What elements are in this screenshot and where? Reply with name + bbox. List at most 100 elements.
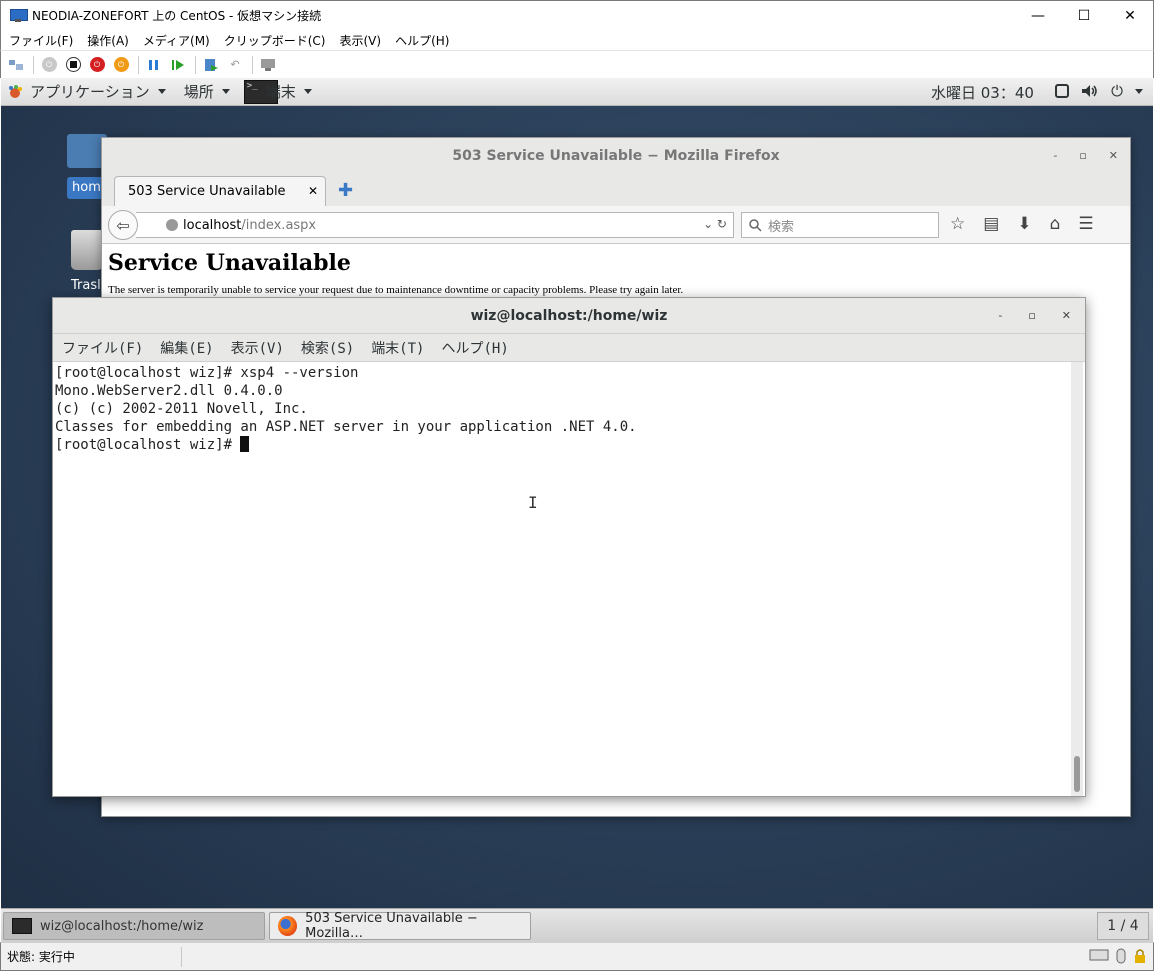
menu-search[interactable]: 検索(S) [301, 338, 354, 358]
caret-down-icon [303, 89, 312, 94]
host-toolbar: ⏻ ⏻ ⏻ ↶ [0, 50, 1154, 78]
mouse-icon [1116, 948, 1126, 964]
window-list-bar: wiz@localhost:/home/wiz 503 Service Unav… [1, 908, 1153, 942]
menu-terminal[interactable]: 端末(T) [371, 338, 424, 358]
url-path: /index.aspx [241, 217, 317, 233]
close-button[interactable]: ✕ [1109, 149, 1118, 162]
terminal-line: [root@localhost wiz]# xsp4 --version [55, 365, 359, 381]
maximize-button[interactable]: ▫ [1028, 309, 1035, 322]
gnome-top-bar: アプリケーション 場所 >_ 端末 水曜日 03：40 ⏻ [1, 78, 1153, 106]
terminal-scrollbar[interactable] [1071, 362, 1083, 796]
menu-file[interactable]: ファイル(F) [62, 338, 143, 358]
start-icon[interactable]: ⏻ [40, 56, 58, 74]
close-button[interactable]: ✕ [1062, 309, 1071, 322]
terminal-prompt-line[interactable]: [root@localhost wiz]# [55, 436, 1069, 454]
taskbar-item-firefox[interactable]: 503 Service Unavailable − Mozilla… [269, 911, 531, 941]
ctrl-alt-del-icon[interactable] [7, 56, 25, 74]
trash-icon[interactable] [71, 230, 103, 270]
menu-media[interactable]: メディア(M) [143, 32, 210, 49]
terminal-output[interactable]: [root@localhost wiz]# xsp4 --version Mon… [53, 362, 1071, 796]
tab-503[interactable]: 503 Service Unavailable ✕ [114, 176, 326, 206]
site-identity-icon[interactable] [166, 219, 178, 231]
shutdown-icon[interactable]: ⏻ [88, 56, 106, 74]
home-icon[interactable]: ⌂ [1050, 214, 1061, 234]
menu-file[interactable]: ファイル(F) [9, 32, 73, 49]
terminal-window-controls: - ▫ ✕ [998, 309, 1071, 322]
keyboard-icon [1089, 949, 1109, 961]
menu-view[interactable]: 表示(V) [231, 338, 284, 358]
bookmark-star-icon[interactable]: ☆ [950, 214, 965, 234]
scrollbar-thumb[interactable] [1074, 756, 1080, 792]
enhanced-session-icon[interactable] [259, 56, 277, 74]
status-icons [1089, 948, 1147, 964]
terminal-app-label: 端末 [265, 83, 296, 101]
host-window-title: NEODIA-ZONEFORT 上の CentOS - 仮想マシン接続 [32, 9, 322, 23]
terminal-prompt: [root@localhost wiz]# [55, 437, 241, 453]
terminal-icon [12, 918, 32, 934]
trash-label[interactable]: Trasl [71, 278, 101, 293]
host-status-bar: 状態: 実行中 [0, 942, 1154, 971]
taskbar-item-terminal[interactable]: wiz@localhost:/home/wiz [3, 912, 265, 940]
terminal-line: Mono.WebServer2.dll 0.4.0.0 [55, 383, 283, 399]
terminal-line: (c) (c) 2002-2011 Novell, Inc. [55, 401, 308, 417]
host-menubar: ファイル(F) 操作(A) メディア(M) クリップボード(C) 表示(V) ヘ… [0, 30, 1154, 50]
terminal-line: Classes for embedding an ASP.NET server … [55, 419, 637, 435]
taskbar-item-label: wiz@localhost:/home/wiz [40, 918, 204, 934]
workspace-indicator[interactable]: 1 / 4 [1097, 912, 1149, 940]
menu-help[interactable]: ヘルプ(H) [395, 32, 449, 49]
volume-icon [1082, 85, 1097, 97]
new-tab-icon[interactable]: ✚ [338, 180, 353, 201]
firefox-icon [278, 916, 298, 936]
maximize-button[interactable]: ▫ [1079, 149, 1086, 162]
toolbar-separator [138, 55, 139, 74]
menu-edit[interactable]: 編集(E) [160, 338, 213, 358]
minimize-button[interactable]: - [998, 309, 1002, 322]
applications-menu[interactable]: アプリケーション [7, 81, 166, 102]
menu-view[interactable]: 表示(V) [340, 32, 382, 49]
close-button[interactable]: ✕ [1107, 1, 1153, 31]
taskbar-item-label: 503 Service Unavailable − Mozilla… [305, 911, 478, 941]
terminal-titlebar[interactable]: wiz@localhost:/home/wiz - ▫ ✕ [53, 298, 1085, 334]
close-tab-icon[interactable]: ✕ [308, 184, 318, 198]
terminal-window: wiz@localhost:/home/wiz - ▫ ✕ ファイル(F) 編集… [52, 297, 1086, 797]
maximize-button[interactable]: ☐ [1061, 1, 1107, 31]
save-state-icon[interactable]: ⏻ [112, 56, 130, 74]
toolbar-buttons: ☆ ▤ ⬇ ⌂ ☰ [950, 214, 1094, 234]
tab-strip: 503 Service Unavailable ✕ ✚ [102, 174, 1130, 206]
navigation-toolbar: localhost/index.aspx ⌄ ↻ ⇦ 検索 ☆ ▤ ⬇ ⌂ ☰ [102, 206, 1130, 244]
places-menu[interactable]: 場所 [184, 81, 230, 102]
page-paragraph: The server is temporarily unable to serv… [108, 284, 684, 296]
resume-icon[interactable] [169, 56, 187, 74]
pause-icon[interactable] [145, 56, 163, 74]
url-bar[interactable]: localhost/index.aspx ⌄ ↻ [136, 212, 734, 238]
minimize-button[interactable]: - [1053, 149, 1057, 162]
hamburger-menu-icon[interactable]: ☰ [1078, 214, 1093, 234]
text-cursor [240, 436, 250, 452]
page-content: Service Unavailable The server is tempor… [102, 244, 1130, 300]
revert-icon[interactable]: ↶ [226, 56, 244, 74]
terminal-window-title: wiz@localhost:/home/wiz [470, 307, 668, 324]
terminal-app-menu[interactable]: >_ 端末 [243, 79, 312, 104]
menu-clipboard[interactable]: クリップボード(C) [224, 32, 326, 49]
download-icon[interactable]: ⬇ [1017, 214, 1031, 234]
system-status-area[interactable]: ⏻ [1055, 82, 1143, 100]
firefox-titlebar[interactable]: 503 Service Unavailable − Mozilla Firefo… [102, 138, 1130, 174]
back-button[interactable]: ⇦ [108, 210, 138, 240]
clock[interactable]: 水曜日 03：40 [931, 82, 1034, 103]
toolbar-separator [252, 55, 253, 74]
menu-action[interactable]: 操作(A) [87, 32, 129, 49]
menu-help[interactable]: ヘルプ(H) [441, 338, 508, 358]
search-icon [749, 219, 762, 232]
applications-label: アプリケーション [30, 83, 150, 101]
power-icon: ⏻ [1111, 82, 1123, 100]
checkpoint-icon[interactable] [202, 56, 220, 74]
search-input[interactable]: 検索 [741, 212, 939, 238]
minimize-button[interactable]: — [1015, 1, 1061, 31]
bookmarks-menu-icon[interactable]: ▤ [983, 214, 999, 234]
url-host: localhost [183, 217, 242, 233]
toolbar-separator [195, 55, 196, 74]
back-arrow-icon: ⇦ [116, 215, 130, 235]
url-dropdown-reload[interactable]: ⌄ ↻ [703, 217, 727, 231]
turn-off-icon[interactable] [64, 56, 82, 74]
firefox-window-controls: - ▫ ✕ [1053, 149, 1118, 162]
